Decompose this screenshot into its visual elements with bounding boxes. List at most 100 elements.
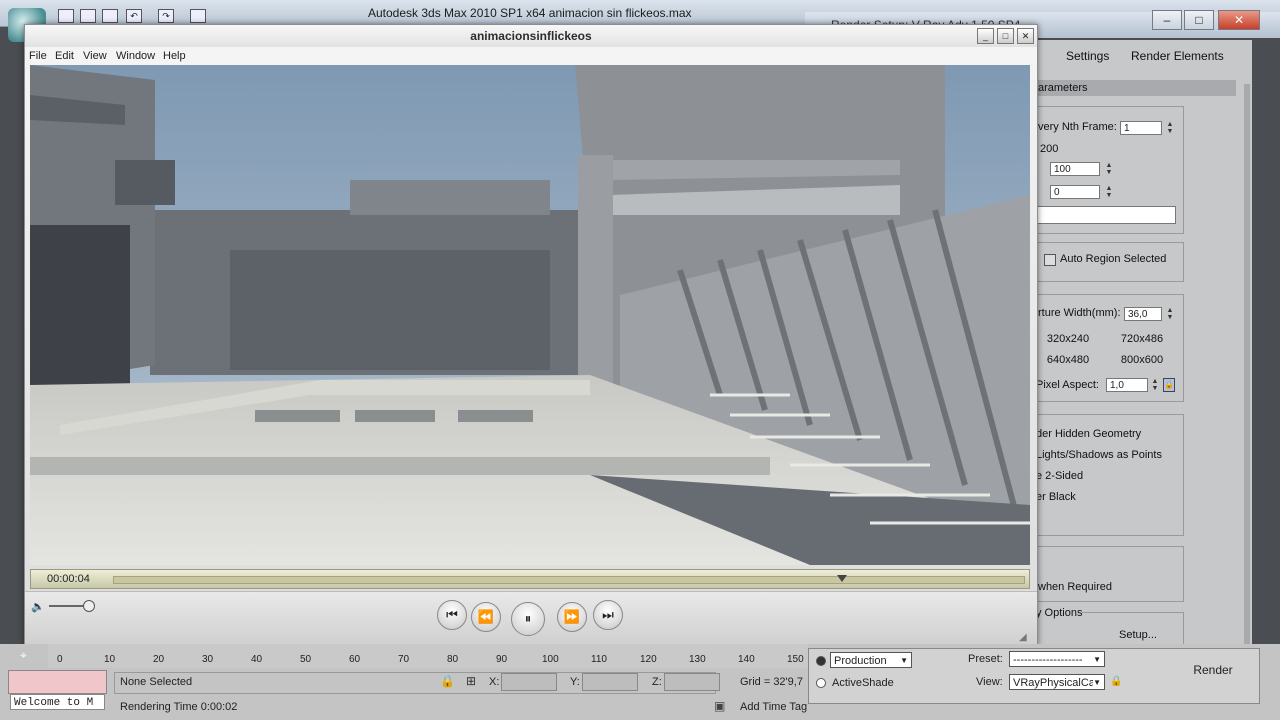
tick-label: 70 [398,654,410,665]
project-folder-icon[interactable] [190,9,206,23]
spinner-icon[interactable]: ▲ ▼ [1105,185,1113,199]
view-lock-icon[interactable]: 🔒 [1110,675,1122,689]
go-to-start-button[interactable]: ⏮ [437,600,467,630]
view-dropdown[interactable]: VRayPhysicalCa ▼ [1009,674,1105,690]
chevron-down-icon: ▼ [900,656,908,665]
x-coordinate-field[interactable] [501,673,557,691]
view-value: VRayPhysicalCa [1013,677,1095,689]
player-minimize-button[interactable]: _ [977,28,994,44]
every-nth-frame-field[interactable]: 1 [1120,121,1162,135]
activeshade-radio[interactable] [816,678,826,688]
option-render-hidden-geometry[interactable]: der Hidden Geometry [1036,428,1141,440]
rendered-frame [30,65,1030,565]
file-number-base-field[interactable] [1036,206,1176,224]
preset-640x480-button[interactable]: 640x480 [1036,351,1100,369]
auto-region-label: Auto Region Selected [1060,253,1167,265]
view-label: View: [976,676,1003,688]
playhead-icon[interactable] [837,575,847,582]
spinner-icon[interactable]: ▲ ▼ [1166,121,1174,135]
player-maximize-button[interactable]: □ [997,28,1014,44]
volume-knob[interactable] [83,600,95,612]
option-lights-shadows-points[interactable]: Lights/Shadows as Points [1036,449,1162,461]
spinner-icon[interactable]: ▲ ▼ [1105,162,1113,176]
maximize-button[interactable]: □ [1184,10,1214,30]
save-file-icon[interactable] [102,9,118,23]
selection-lock-icon[interactable]: 🔒 [440,674,455,688]
welcome-text[interactable]: Welcome to M [10,694,105,710]
pixel-aspect-label: Pixel Aspect: [1036,379,1099,391]
preset-320x240-button[interactable]: 320x240 [1036,330,1100,348]
volume-icon[interactable]: 🔈 [31,600,45,613]
option-force-2-sided[interactable]: e 2-Sided [1036,470,1083,482]
menu-edit[interactable]: Edit [55,50,74,62]
y-options-label: y Options [1036,607,1083,619]
compute-when-required-label[interactable]: when Required [1038,581,1112,593]
menu-help[interactable]: Help [163,50,186,62]
z-coordinate-field[interactable] [664,673,720,691]
y-coordinate-field[interactable] [582,673,638,691]
option-super-black[interactable]: er Black [1036,491,1076,503]
timeline-bar[interactable]: 00:00:04 [30,569,1030,589]
spinner-icon[interactable]: ▲ ▼ [1151,378,1159,392]
spinner-icon[interactable]: ▲ ▼ [1166,307,1174,321]
close-button[interactable]: ✕ [1218,10,1260,30]
menu-window[interactable]: Window [116,50,155,62]
tick-label: 150 [787,654,804,665]
minimize-button[interactable]: – [1152,10,1182,30]
chevron-down-icon: ▼ [1093,675,1101,689]
resize-grip-icon[interactable]: ◢ [1019,632,1031,644]
every-nth-frame-label: very Nth Frame: [1038,121,1117,133]
preset-label: Preset: [968,653,1003,665]
activeshade-label: ActiveShade [832,677,894,689]
production-label: Production [834,655,887,667]
absolute-mode-icon[interactable]: ⊞ [466,674,476,688]
add-time-tag[interactable]: Add Time Tag [740,701,807,713]
preset-800x600-button[interactable]: 800x600 [1110,351,1174,369]
aperture-label: rture Width(mm): [1038,307,1121,319]
new-file-icon[interactable] [58,9,74,23]
time-tag-icon[interactable]: ▣ [714,699,725,713]
redo-icon[interactable]: ↷ [158,9,174,23]
undo-icon[interactable]: ↶ [126,9,142,23]
playback-controls: 🔈 ⏮ ⏪ ⏸ ⏩ ⏭ ◢ [25,591,1037,646]
chevron-down-icon: ▼ [1093,652,1101,666]
player-close-button[interactable]: ✕ [1017,28,1034,44]
production-dropdown[interactable]: Production ▼ [830,652,912,668]
preset-720x486-button[interactable]: 720x486 [1110,330,1174,348]
tick-label: 140 [738,654,755,665]
time-config-icon[interactable]: ⌖ [20,648,40,664]
tick-label: 80 [447,654,459,665]
play-pause-button[interactable]: ⏸ [511,602,545,636]
tick-label: 130 [689,654,706,665]
tab-settings[interactable]: Settings [1066,47,1109,65]
preset-dropdown[interactable]: ------------------- ▼ [1009,651,1105,667]
auto-region-checkbox[interactable] [1044,254,1056,266]
range-field-a[interactable]: 100 [1050,162,1100,176]
tick-label: 10 [104,654,116,665]
y-label: Y: [570,676,580,688]
menu-view[interactable]: View [83,50,107,62]
tick-label: 100 [542,654,559,665]
range-end-value: 200 [1040,143,1059,155]
setup-button[interactable]: Setup... [1106,626,1170,644]
pixel-aspect-field[interactable]: 1,0 [1106,378,1148,392]
grid-readout: Grid = 32'9,7 [740,676,803,688]
range-field-b[interactable]: 0 [1050,185,1100,199]
render-button[interactable]: Render [1170,654,1256,686]
rollout-title: arameters [1038,82,1088,94]
go-to-end-button[interactable]: ⏭ [593,600,623,630]
tab-render-elements[interactable]: Render Elements [1131,47,1224,65]
lock-icon[interactable]: 🔒 [1163,378,1175,392]
aperture-field[interactable]: 36,0 [1124,307,1162,321]
production-radio[interactable] [816,656,826,666]
fast-forward-button[interactable]: ⏩ [557,602,587,632]
maxscript-listener-box[interactable] [8,670,107,694]
menu-file[interactable]: File [29,50,47,62]
tick-label: 60 [349,654,361,665]
open-file-icon[interactable] [80,9,96,23]
app-title: Autodesk 3ds Max 2010 SP1 x64 animacion … [368,6,692,20]
timeline-track[interactable] [113,575,1025,584]
render-panel-scrollbar[interactable] [1244,84,1250,644]
rewind-button[interactable]: ⏪ [471,602,501,632]
z-label: Z: [652,676,662,688]
